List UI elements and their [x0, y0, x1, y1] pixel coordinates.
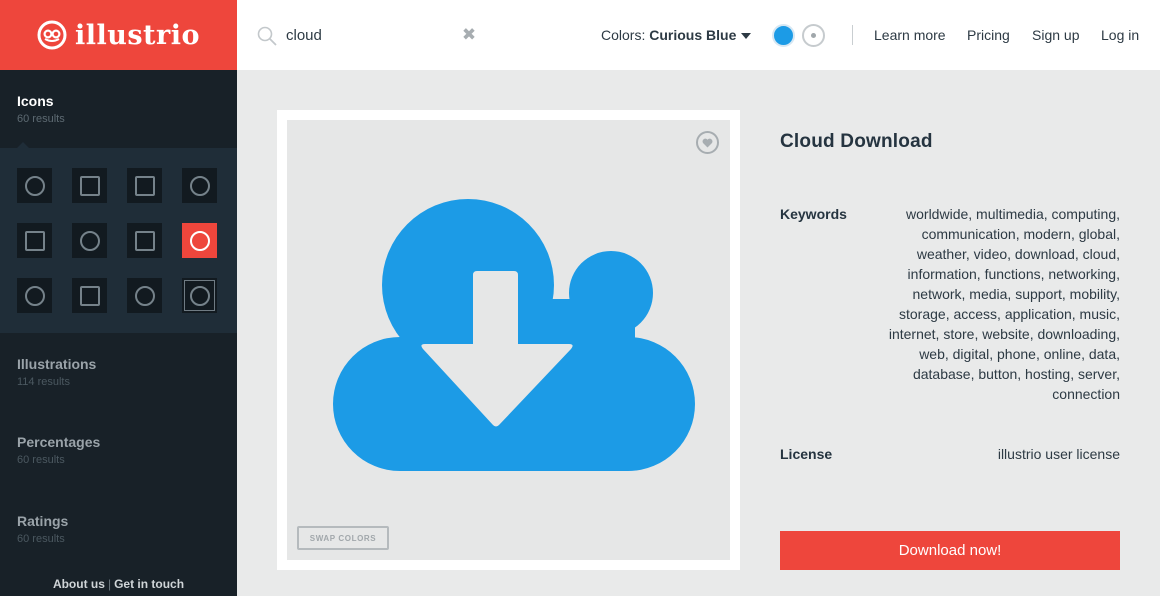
color-selector[interactable]: Colors: Curious Blue: [601, 27, 752, 43]
category-count: 60 results: [17, 533, 65, 545]
result-tile[interactable]: [72, 223, 107, 258]
result-tile[interactable]: [72, 168, 107, 203]
sidebar: illustrio Icons 60 results Illustrations…: [0, 0, 237, 596]
heart-icon[interactable]: [696, 131, 719, 154]
license-label: License: [780, 446, 833, 462]
cloud-icon: [79, 175, 100, 196]
result-tile[interactable]: [17, 223, 52, 258]
cloud-icon: [24, 285, 45, 306]
icon-title: Cloud Download: [780, 131, 933, 152]
category-title: Percentages: [17, 434, 101, 450]
result-tile[interactable]: [127, 278, 162, 313]
search-icon: [257, 26, 277, 46]
footer-separator: |: [107, 577, 112, 591]
selected-color-name: Curious Blue: [649, 27, 737, 43]
result-tile[interactable]: [127, 168, 162, 203]
nav-divider: [852, 25, 853, 45]
result-tile-selected[interactable]: [182, 223, 217, 258]
pricing-link[interactable]: Pricing: [967, 27, 1010, 43]
dot-icon: [811, 33, 816, 38]
sidebar-item-icons[interactable]: Icons 60 results: [0, 93, 237, 125]
result-tile[interactable]: [182, 278, 217, 313]
contact-link[interactable]: Get in touch: [114, 577, 184, 591]
keywords-list: worldwide, multimedia, computing, commun…: [888, 206, 1120, 402]
close-icon[interactable]: ✖: [461, 26, 477, 43]
result-tile[interactable]: [182, 168, 217, 203]
result-tile[interactable]: [72, 278, 107, 313]
top-bar: ✖ Colors: Curious Blue Learn more Pricin…: [237, 0, 1160, 70]
about-link[interactable]: About us: [53, 577, 105, 591]
cloud-icon: [189, 230, 210, 251]
icon-preview-card: SWAP COLORS: [277, 110, 740, 570]
sign-up-link[interactable]: Sign up: [1032, 27, 1079, 43]
cloud-icon: [134, 230, 155, 251]
result-tile[interactable]: [127, 223, 162, 258]
result-tile[interactable]: [17, 278, 52, 313]
color-swatch-white[interactable]: [802, 24, 825, 47]
sidebar-item-ratings[interactable]: Ratings 60 results: [0, 513, 237, 545]
icon-preview-area: SWAP COLORS: [287, 120, 730, 560]
cloud-icon: [134, 285, 155, 306]
log-in-link[interactable]: Log in: [1101, 27, 1139, 43]
color-swatch-blue[interactable]: [772, 24, 795, 47]
category-title: Icons: [17, 93, 54, 109]
cloud-icon: [134, 175, 155, 196]
learn-more-link[interactable]: Learn more: [874, 27, 946, 43]
category-count: 114 results: [17, 376, 70, 388]
category-count: 60 results: [17, 454, 65, 466]
cloud-icon: [189, 175, 210, 196]
chevron-down-icon: [741, 33, 752, 40]
category-count: 60 results: [17, 113, 65, 125]
sidebar-item-percentages[interactable]: Percentages 60 results: [0, 434, 237, 466]
category-title: Illustrations: [17, 356, 97, 372]
cloud-download-icon: [333, 199, 695, 471]
cloud-icon: [24, 175, 45, 196]
result-tile[interactable]: [17, 168, 52, 203]
brand-header[interactable]: illustrio: [0, 0, 237, 70]
cloud-icon: [189, 285, 210, 306]
category-title: Ratings: [17, 513, 69, 529]
swap-colors-button[interactable]: SWAP COLORS: [297, 526, 389, 550]
sidebar-footer: About us | Get in touch: [0, 577, 237, 591]
keywords-label: Keywords: [780, 206, 847, 222]
cloud-icon: [79, 230, 100, 251]
download-button[interactable]: Download now!: [780, 531, 1120, 570]
cloud-icon: [24, 230, 45, 251]
brand-name: illustrio: [74, 19, 201, 51]
icon-results-grid: [0, 142, 237, 333]
colors-label: Colors:: [601, 27, 646, 43]
license-value: illustrio user license: [997, 446, 1120, 462]
search-input[interactable]: [286, 23, 456, 47]
illustrio-logo-icon: [37, 20, 67, 50]
sidebar-item-illustrations[interactable]: Illustrations 114 results: [0, 356, 237, 388]
cloud-icon: [79, 285, 100, 306]
